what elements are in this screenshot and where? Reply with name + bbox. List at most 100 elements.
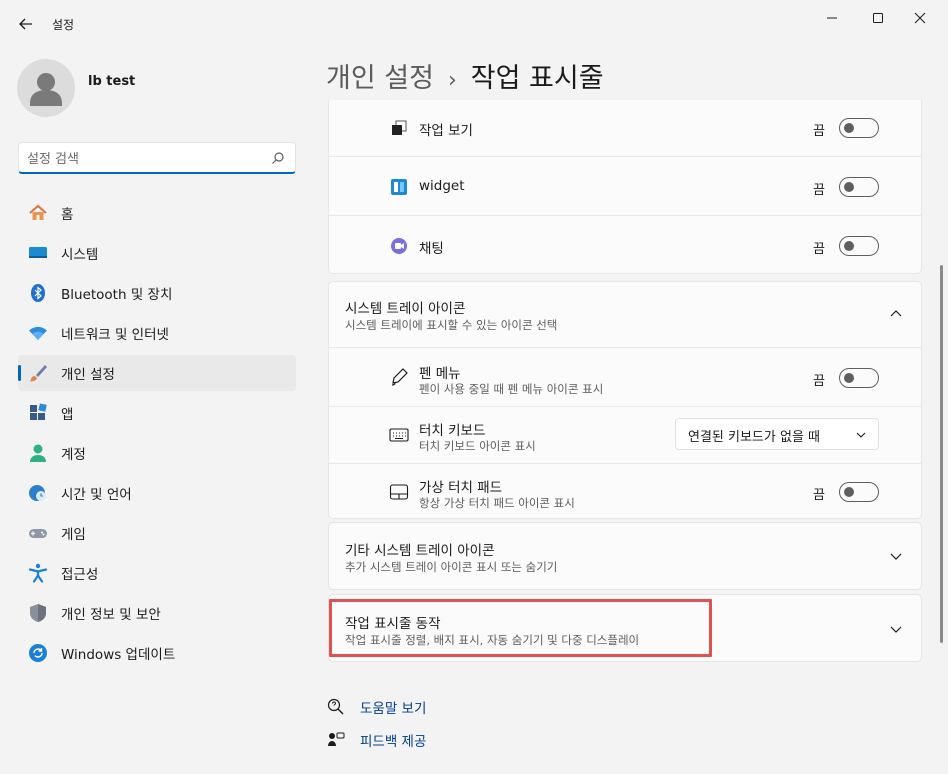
chevron-down-icon[interactable] [889,549,903,563]
sidebar-item-system[interactable]: 시스템 [18,235,296,271]
sidebar-item-label: 접근성 [61,567,99,583]
touch-keyboard-dropdown[interactable]: 연결된 키보드가 없을 때 [675,418,879,450]
network-icon [28,323,48,343]
help-link-text[interactable]: 도움말 보기 [360,697,426,717]
task-view-toggle[interactable] [839,118,879,138]
chat-toggle[interactable] [839,236,879,256]
section-subtitle: 작업 표시줄 정렬, 배지 표시, 자동 숨기기 및 다중 디스플레이 [345,633,640,647]
setting-label: 채팅 [419,241,444,257]
maximize-icon[interactable] [868,10,888,26]
page-title: 작업 표시줄 [470,63,604,94]
minimize-icon[interactable] [822,10,842,26]
sidebar-item-accessibility[interactable]: 접근성 [18,555,296,591]
toggle-state-label: 끔 [813,183,825,198]
sidebar-item-time-language[interactable]: 시간 및 언어 [18,475,296,511]
section-title: 기타 시스템 트레이 아이콘 [345,543,495,559]
breadcrumb-parent[interactable]: 개인 설정 [326,63,434,94]
avatar[interactable] [17,59,75,117]
setting-row-task-view: 작업 보기 끔 [329,100,921,156]
toggle-state-label: 끔 [813,374,825,389]
settings-content-panel: 작업 보기 끔 widget 끔 채팅 끔 시스템 트레이 아이콘 시스템 트레… [328,100,922,664]
apps-icon [28,403,48,423]
title-bar: 설정 [0,0,948,48]
section-title: 작업 표시줄 동작 [345,616,441,632]
sidebar-item-windows-update[interactable]: Windows 업데이트 [18,635,296,671]
toggle-knob [844,182,854,192]
other-tray-icons-card[interactable]: 기타 시스템 트레이 아이콘 추가 시스템 트레이 아이콘 표시 또는 숨기기 [328,522,922,590]
account-icon [28,443,48,463]
close-icon[interactable] [910,10,930,26]
feedback-icon [327,731,345,749]
help-link[interactable]: 도움말 보기 [327,697,426,717]
toggle-state-label: 끔 [813,488,825,503]
setting-row-pen-menu: 펜 메뉴 펜이 사용 중일 때 펜 메뉴 아이콘 표시 끔 [329,348,921,406]
setting-label: widget [419,178,465,194]
shield-icon [28,603,48,623]
breadcrumb-separator: › [447,68,457,93]
setting-row-chat: 채팅 끔 [329,216,921,274]
toggle-state-label: 끔 [813,124,825,139]
search-icon[interactable] [271,151,285,165]
dropdown-value: 연결된 키보드가 없을 때 [688,430,820,445]
system-icon [28,243,48,263]
keyboard-icon [389,425,409,445]
sidebar-item-label: 개인 정보 및 보안 [61,607,161,623]
sidebar-item-apps[interactable]: 앱 [18,395,296,431]
taskbar-behaviors-card[interactable]: 작업 표시줄 동작 작업 표시줄 정렬, 배지 표시, 자동 숨기기 및 다중 … [328,594,922,662]
sidebar-item-label: 앱 [61,407,74,423]
touchpad-icon [389,482,409,502]
widget-icon [389,177,409,197]
sidebar-item-bluetooth[interactable]: Bluetooth 및 장치 [18,275,296,311]
sidebar-item-label: 시간 및 언어 [61,487,132,503]
toggle-knob [844,487,854,497]
system-tray-card: 시스템 트레이 아이콘 시스템 트레이에 표시할 수 있는 아이콘 선택 펜 메… [328,281,922,519]
virtual-touchpad-toggle[interactable] [839,482,879,502]
chevron-up-icon[interactable] [889,307,903,321]
breadcrumb: 개인 설정 › 작업 표시줄 [326,56,604,95]
sidebar-item-network[interactable]: 네트워크 및 인터넷 [18,315,296,351]
toggle-state-label: 끔 [813,242,825,257]
setting-description: 항상 가상 터치 패드 아이콘 표시 [419,496,575,510]
profile-name: lb test [88,74,136,89]
sidebar-item-accounts[interactable]: 계정 [18,435,296,471]
back-arrow-icon[interactable] [16,14,36,34]
bluetooth-icon [28,283,48,303]
sidebar-item-privacy-security[interactable]: 개인 정보 및 보안 [18,595,296,631]
task-view-icon [389,118,409,138]
toggle-knob [844,241,854,251]
sidebar-item-label: 계정 [61,447,86,463]
scrollbar[interactable] [940,265,943,643]
search-input[interactable] [27,149,257,169]
setting-label: 작업 보기 [419,123,473,139]
settings-search-box[interactable] [18,142,296,174]
sidebar-item-label: 게임 [61,527,86,543]
chat-icon [389,236,409,256]
windows-update-icon [28,643,48,663]
sidebar-nav: 홈 시스템 Bluetooth 및 장치 네트워크 및 인터넷 개인 설정 앱 [18,195,296,675]
system-tray-header[interactable]: 시스템 트레이 아이콘 시스템 트레이에 표시할 수 있는 아이콘 선택 [329,282,921,347]
widget-toggle[interactable] [839,177,879,197]
sidebar-item-label: 개인 설정 [61,367,115,383]
sidebar-item-personalization[interactable]: 개인 설정 [18,355,296,391]
sidebar-item-label: 네트워크 및 인터넷 [61,327,169,343]
user-silhouette-icon [30,73,62,106]
setting-label: 터치 키보드 [419,423,486,439]
pen-menu-toggle[interactable] [839,368,879,388]
sidebar-item-label: Windows 업데이트 [61,647,176,663]
section-subtitle: 시스템 트레이에 표시할 수 있는 아이콘 선택 [345,318,558,332]
sidebar-item-label: 홈 [61,207,74,223]
sidebar-item-home[interactable]: 홈 [18,195,296,231]
feedback-link[interactable]: 피드백 제공 [327,730,426,750]
setting-row-virtual-touchpad: 가상 터치 패드 항상 가상 터치 패드 아이콘 표시 끔 [329,464,921,519]
feedback-link-text[interactable]: 피드백 제공 [360,730,426,750]
gaming-icon [28,523,48,543]
time-language-icon [28,483,48,503]
setting-description: 펜이 사용 중일 때 펜 메뉴 아이콘 표시 [419,382,604,396]
setting-row-touch-keyboard: 터치 키보드 터치 키보드 아이콘 표시 연결된 키보드가 없을 때 [329,407,921,463]
window-title: 설정 [52,18,75,32]
sidebar-item-gaming[interactable]: 게임 [18,515,296,551]
sidebar-item-label: 시스템 [61,247,99,263]
chevron-down-icon[interactable] [889,622,903,636]
accessibility-icon [28,563,48,583]
sidebar-item-label: Bluetooth 및 장치 [61,287,173,303]
